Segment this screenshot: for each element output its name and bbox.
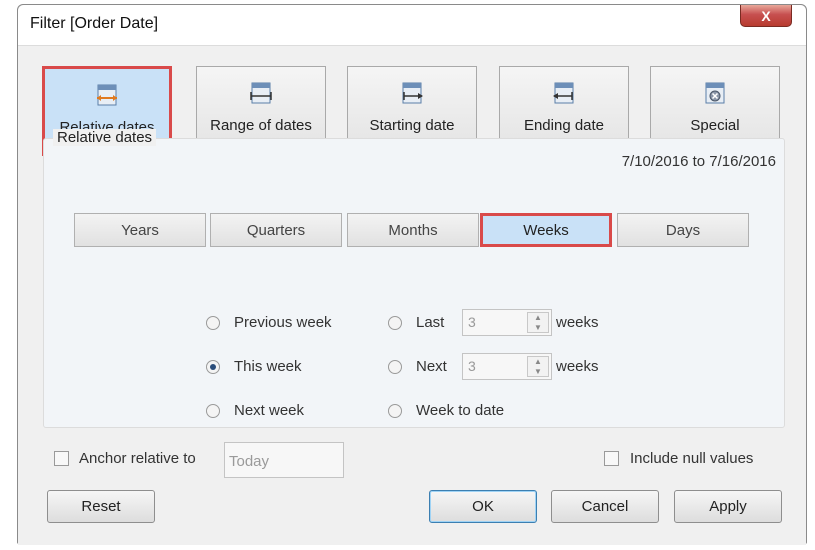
week-to-date-option[interactable]: Week to date — [388, 402, 504, 419]
starting-date-icon — [402, 82, 423, 104]
last-label: Last — [416, 314, 445, 331]
next-n-radio[interactable] — [388, 359, 402, 374]
apply-button[interactable]: Apply — [674, 490, 782, 523]
next-week-label: Next week — [234, 402, 305, 419]
ending-date-label: Ending date — [523, 117, 605, 134]
relative-dates-group — [43, 138, 785, 428]
previous-week-option[interactable]: Previous week — [206, 314, 332, 331]
starting-date-label: Starting date — [369, 117, 455, 134]
stepper-arrows-icon[interactable]: ▲ ▼ — [527, 356, 549, 377]
title-bar: Filter [Order Date] X — [18, 5, 806, 45]
tab-years-label: Years — [121, 221, 159, 239]
tab-months[interactable]: Months — [347, 213, 479, 247]
group-legend: Relative dates — [53, 129, 157, 146]
next-n-stepper[interactable]: 3 ▲ ▼ — [462, 353, 552, 380]
week-to-date-label: Week to date — [416, 402, 505, 419]
special-label: Special — [690, 117, 740, 134]
last-n-value: 3 — [468, 314, 476, 330]
tab-quarters[interactable]: Quarters — [210, 213, 342, 247]
tab-years[interactable]: Years — [74, 213, 206, 247]
include-null-checkbox[interactable] — [604, 451, 619, 466]
next-week-radio[interactable] — [206, 403, 220, 418]
reset-label: Reset — [81, 498, 121, 515]
window-title: Filter [Order Date] — [30, 15, 159, 32]
date-range-text: 7/10/2016 to 7/16/2016 — [621, 153, 776, 170]
cancel-label: Cancel — [581, 498, 629, 515]
reset-button[interactable]: Reset — [47, 490, 155, 523]
ok-label: OK — [472, 498, 494, 515]
ok-button[interactable]: OK — [429, 490, 537, 523]
last-n-unit: weeks — [556, 314, 599, 331]
previous-week-label: Previous week — [234, 314, 332, 331]
last-n-radio[interactable] — [388, 315, 402, 330]
ending-date-icon — [553, 82, 574, 104]
close-icon: X — [761, 7, 771, 24]
include-null-label: Include null values — [630, 450, 754, 467]
tab-days[interactable]: Days — [617, 213, 749, 247]
anchor-label: Anchor relative to — [79, 450, 196, 467]
week-to-date-radio[interactable] — [388, 403, 402, 418]
cancel-button[interactable]: Cancel — [551, 490, 659, 523]
this-week-radio[interactable] — [206, 359, 220, 374]
next-week-option[interactable]: Next week — [206, 402, 304, 419]
special-icon — [705, 82, 725, 104]
next-n-option[interactable]: Next — [388, 358, 447, 375]
apply-label: Apply — [709, 498, 747, 515]
tab-months-label: Months — [388, 221, 438, 239]
tab-days-label: Days — [665, 221, 701, 239]
anchor-checkbox[interactable] — [54, 451, 69, 466]
next-label: Next — [416, 358, 447, 375]
anchor-value: Today — [229, 453, 270, 470]
tab-quarters-label: Quarters — [246, 221, 306, 239]
tab-weeks[interactable]: Weeks — [480, 213, 612, 247]
stepper-arrows-icon[interactable]: ▲ ▼ — [527, 312, 549, 333]
relative-dates-icon — [97, 84, 117, 106]
range-of-dates-icon — [250, 82, 272, 104]
filter-dialog: Filter [Order Date] X Relative dates Ran… — [17, 4, 807, 545]
range-of-dates-label: Range of dates — [210, 117, 312, 134]
this-week-label: This week — [234, 358, 302, 375]
tab-weeks-label: Weeks — [523, 221, 569, 239]
close-button[interactable]: X — [740, 5, 792, 27]
this-week-option[interactable]: This week — [206, 358, 302, 375]
previous-week-radio[interactable] — [206, 315, 220, 330]
anchor-date-field[interactable]: Today — [224, 442, 344, 478]
next-n-unit: weeks — [556, 358, 599, 375]
last-n-option[interactable]: Last — [388, 314, 444, 331]
next-n-value: 3 — [468, 358, 476, 374]
last-n-stepper[interactable]: 3 ▲ ▼ — [462, 309, 552, 336]
